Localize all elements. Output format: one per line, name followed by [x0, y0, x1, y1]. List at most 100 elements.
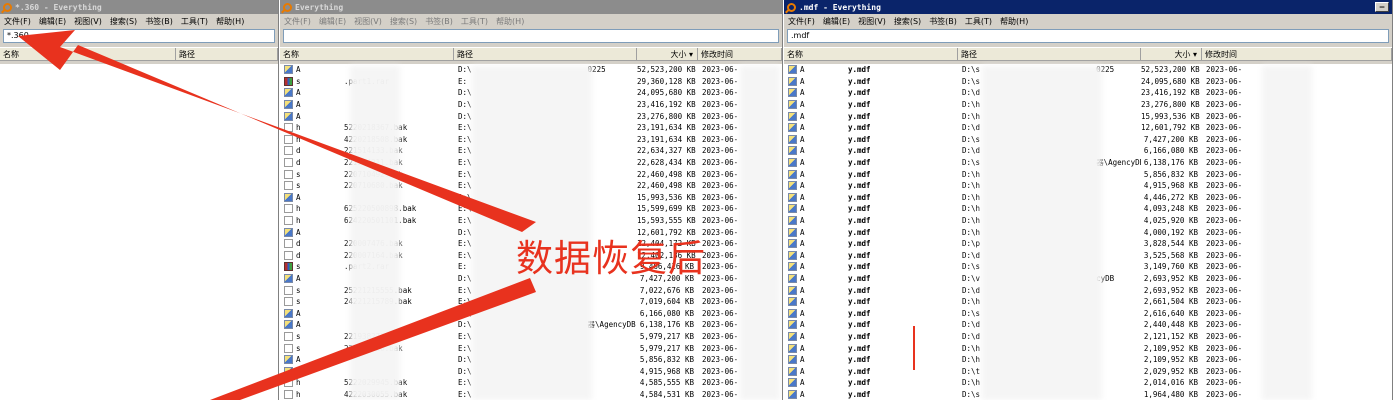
- size-cell: 15,599,699 KB: [637, 204, 696, 214]
- name-suffix: y.mdf: [848, 192, 871, 202]
- name-suffix: y.mdf: [848, 76, 871, 86]
- column-path-header[interactable]: 路径: [454, 48, 637, 60]
- sort-desc-icon: ▾: [688, 50, 693, 59]
- name-prefix: h: [296, 378, 301, 388]
- file-icon: [284, 181, 293, 191]
- size-cell: 24,095,680 KB: [1141, 76, 1200, 86]
- column-name-header[interactable]: 名称: [280, 48, 454, 60]
- title-bar[interactable]: Everything: [280, 0, 782, 14]
- title-bar[interactable]: .mdf - Everything –: [784, 0, 1392, 14]
- database-file-icon: [788, 297, 797, 307]
- results-list-empty[interactable]: [0, 64, 278, 400]
- menu-bar: 文件(F) 编辑(E) 视图(V) 搜索(S) 书签(B) 工具(T) 帮助(H…: [784, 14, 1392, 28]
- name-prefix: A: [296, 320, 301, 330]
- menu-bookmarks[interactable]: 书签(B): [929, 16, 957, 27]
- search-input[interactable]: [283, 29, 779, 43]
- column-size-header[interactable]: 大小 ▾: [1141, 48, 1202, 60]
- size-cell: 24,095,680 KB: [637, 88, 696, 98]
- database-file-icon: [788, 320, 797, 330]
- column-date-header[interactable]: 修改时间: [698, 48, 782, 60]
- menu-view[interactable]: 视图(V): [354, 16, 382, 27]
- path-start: D:\s: [962, 158, 981, 168]
- menu-bookmarks[interactable]: 书签(B): [425, 16, 453, 27]
- date-cell: 2023-06-: [702, 134, 739, 144]
- search-input[interactable]: .mdf: [787, 29, 1389, 43]
- size-cell: 7,019,604 KB: [639, 297, 694, 307]
- menu-tools[interactable]: 工具(T): [461, 16, 488, 27]
- path-start: D:\s: [962, 308, 981, 318]
- name-prefix: A: [296, 65, 301, 75]
- column-size-header[interactable]: 大小 ▾: [637, 48, 698, 60]
- title-bar[interactable]: *.360 - Everything: [0, 0, 278, 14]
- size-cell: 52,523,200 KB: [637, 65, 696, 75]
- name-prefix: A: [800, 355, 805, 365]
- date-cell: 2023-06-: [1206, 389, 1243, 399]
- menu-search[interactable]: 搜索(S): [390, 16, 417, 27]
- everything-app-icon: [3, 2, 12, 12]
- menu-help[interactable]: 帮助(H): [1000, 16, 1028, 27]
- size-cell: 4,446,272 KB: [1143, 192, 1198, 202]
- menu-tools[interactable]: 工具(T): [181, 16, 208, 27]
- menu-view[interactable]: 视图(V): [74, 16, 102, 27]
- menu-search[interactable]: 搜索(S): [894, 16, 921, 27]
- name-prefix: A: [800, 111, 805, 121]
- name-suffix: y.mdf: [848, 181, 871, 191]
- size-cell: 2,109,952 KB: [1143, 343, 1198, 353]
- menu-edit[interactable]: 编辑(E): [39, 16, 66, 27]
- name-suffix: y.mdf: [848, 100, 871, 110]
- database-file-icon: [788, 65, 797, 75]
- column-date-header[interactable]: 修改时间: [1202, 48, 1392, 60]
- menu-file[interactable]: 文件(F): [284, 16, 311, 27]
- date-cell: 2023-06-: [1206, 76, 1243, 86]
- path-start: E:\: [458, 169, 472, 179]
- name-prefix: A: [800, 285, 805, 295]
- database-file-icon: [284, 192, 293, 202]
- menu-tools[interactable]: 工具(T): [965, 16, 992, 27]
- size-cell: 6,138,176 KB: [1143, 158, 1198, 168]
- minimize-button[interactable]: –: [1375, 2, 1389, 12]
- menu-file[interactable]: 文件(F): [788, 16, 815, 27]
- file-icon: [284, 169, 293, 179]
- date-cell: 2023-06-: [1206, 65, 1243, 75]
- menu-file[interactable]: 文件(F): [4, 16, 31, 27]
- name-suffix: y.mdf: [848, 355, 871, 365]
- menu-edit[interactable]: 编辑(E): [823, 16, 850, 27]
- size-cell: 15,593,555 KB: [637, 216, 696, 226]
- size-cell: 23,276,800 KB: [1141, 100, 1200, 110]
- date-cell: 2023-06-: [702, 123, 739, 133]
- menu-help[interactable]: 帮助(H): [216, 16, 244, 27]
- column-size-label: 大小: [1174, 50, 1191, 59]
- name-prefix: A: [800, 227, 805, 237]
- size-cell: 6,138,176 KB: [639, 320, 694, 330]
- path-start: E:\: [458, 389, 472, 399]
- name-cell: Ay.mdf: [784, 366, 958, 376]
- column-header: 名称 路径 大小 ▾ 修改时间: [784, 47, 1392, 61]
- column-header: 名称 路径: [0, 47, 278, 61]
- name-suffix: y.mdf: [848, 331, 871, 341]
- menu-edit[interactable]: 编辑(E): [319, 16, 346, 27]
- menu-bookmarks[interactable]: 书签(B): [145, 16, 173, 27]
- menu-help[interactable]: 帮助(H): [496, 16, 524, 27]
- column-name-header[interactable]: 名称: [0, 48, 176, 60]
- date-cell: 2023-06-: [1206, 88, 1243, 98]
- path-start: D:\: [458, 88, 472, 98]
- name-suffix: y.mdf: [848, 343, 871, 353]
- column-path-header[interactable]: 路径: [176, 48, 278, 60]
- name-prefix: A: [296, 273, 301, 283]
- search-input[interactable]: *.360: [3, 29, 275, 43]
- name-cell: Ay.mdf: [784, 285, 958, 295]
- name-suffix: y.mdf: [848, 250, 871, 260]
- name-prefix: A: [296, 227, 301, 237]
- menu-view[interactable]: 视图(V): [858, 16, 886, 27]
- menu-bar: 文件(F) 编辑(E) 视图(V) 搜索(S) 书签(B) 工具(T) 帮助(H…: [0, 14, 278, 28]
- path-start: D:\v: [962, 273, 981, 283]
- name-suffix: y.mdf: [848, 65, 871, 75]
- path-start: D:\s: [962, 389, 981, 399]
- database-file-icon: [284, 366, 293, 376]
- date-cell: 2023-06-: [702, 204, 739, 214]
- path-end: 器\AgencyDB: [1096, 158, 1141, 168]
- column-path-header[interactable]: 路径: [958, 48, 1141, 60]
- menu-search[interactable]: 搜索(S): [110, 16, 137, 27]
- path-start: D:\d: [962, 285, 981, 295]
- column-name-header[interactable]: 名称: [784, 48, 958, 60]
